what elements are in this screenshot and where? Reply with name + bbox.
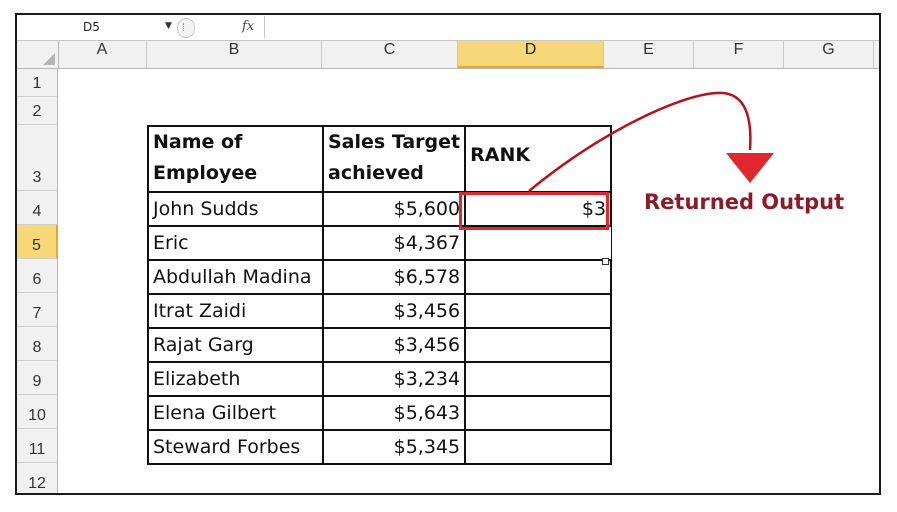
returned-output-label: Returned Output bbox=[644, 190, 845, 214]
spreadsheet-window: D5 ▼ fx A B C D E F G 1 2 3 4 5 6 7 8 9 … bbox=[15, 13, 881, 495]
arrow-path bbox=[528, 91, 752, 192]
arrow-head bbox=[726, 153, 774, 183]
curved-arrow-icon bbox=[528, 91, 774, 192]
